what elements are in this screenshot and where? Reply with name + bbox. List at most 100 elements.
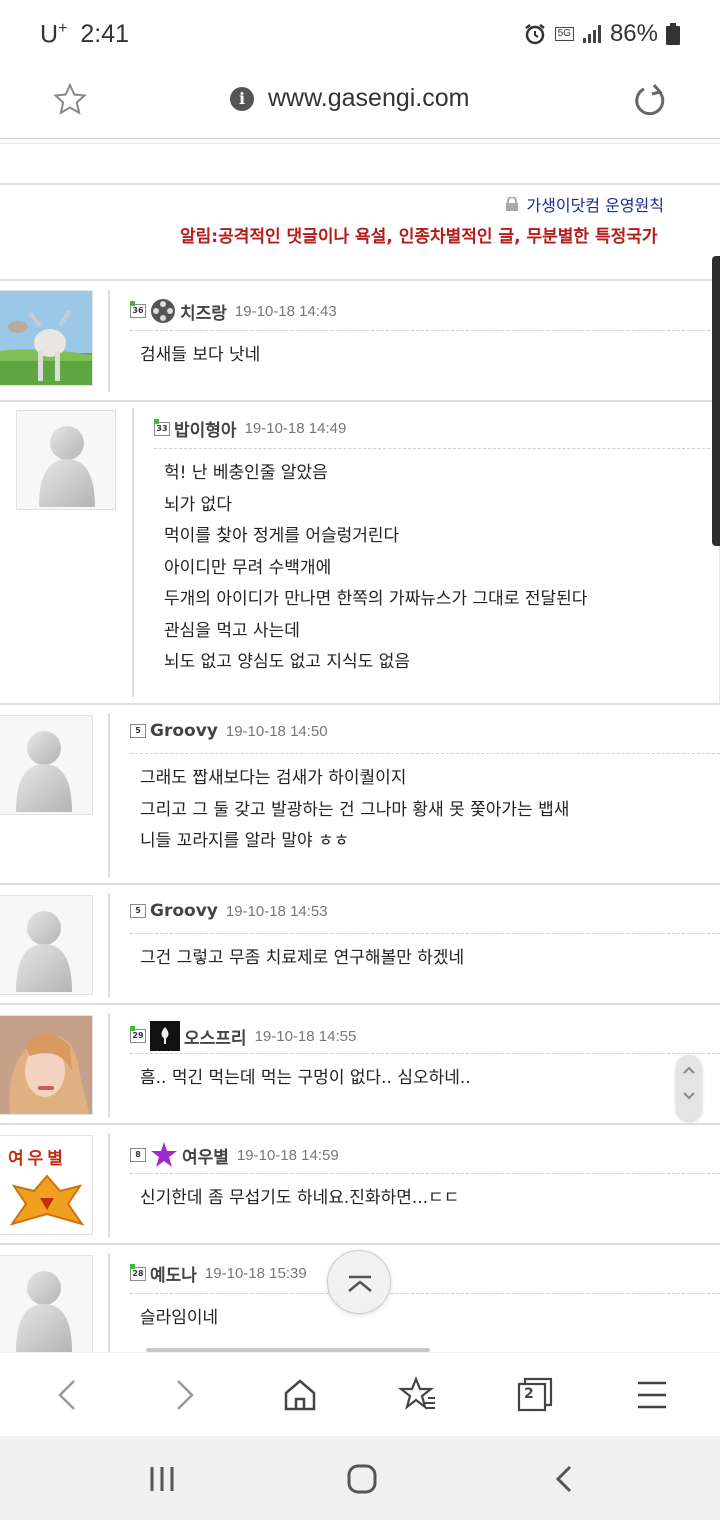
avatar (0, 1015, 93, 1115)
spade-emblem-icon (150, 1021, 180, 1051)
carrier-plus: + (58, 20, 68, 37)
comment-text: 신기한데 좀 무섭기도 하네요.진화하면...ㄷㄷ (140, 1183, 459, 1215)
comment-date: 19-10-18 15:39 (204, 1265, 307, 1282)
url-text: www.gasengi.com (268, 84, 470, 112)
comment-line: 뇌도 없고 양심도 없고 지식도 없음 (164, 652, 410, 672)
meta-divider (130, 1173, 720, 1174)
meta-divider (130, 1053, 720, 1054)
signal-icon (582, 25, 601, 43)
menu-icon[interactable] (632, 1375, 672, 1415)
nickname[interactable]: Groovy (150, 721, 218, 741)
meta-divider (130, 933, 720, 934)
comment-line: 아이디만 무려 수백개에 (164, 557, 332, 578)
comment-line: 니들 꼬라지를 알라 말야 ㅎㅎ (140, 831, 350, 851)
level-badge: 28 (130, 1263, 146, 1281)
scroll-top-button[interactable] (327, 1250, 391, 1314)
level-badge: 36 (130, 301, 146, 318)
divider (0, 183, 720, 185)
info-icon[interactable]: i (230, 86, 254, 111)
level-badge: 33 (154, 418, 170, 436)
default-avatar-icon (17, 411, 115, 509)
comment-reply: 33 밥이형아 19-10-18 14:49 헉! 난 베충인줄 알았음 뇌가 … (0, 400, 720, 705)
address-field[interactable]: i www.gasengi.com (230, 84, 469, 113)
default-avatar-icon (0, 896, 92, 994)
back-icon[interactable] (48, 1375, 88, 1415)
nickname[interactable]: 밥이형아 (174, 416, 237, 441)
tabs-button[interactable]: 2 (515, 1375, 555, 1415)
alarm-icon (524, 24, 545, 45)
side-scroll-indicator[interactable] (712, 256, 720, 546)
comment-line: 흠.. 먹긴 먹는데 먹는 구멍이 없다.. 심오하네.. (140, 1068, 471, 1088)
url-bar-divider (0, 138, 720, 144)
avatar-text: 여우별 (8, 1149, 67, 1169)
meta-divider (130, 1293, 720, 1294)
battery-percent: 86% (609, 20, 658, 47)
comment-meta: 36 치즈랑 19-10-18 14:43 (130, 298, 337, 324)
battery-icon (666, 23, 680, 45)
chevron-down-icon[interactable] (682, 1091, 696, 1101)
default-avatar-icon (0, 1256, 92, 1352)
reload-icon[interactable] (632, 82, 670, 120)
comment-body: 28 예도나 19-10-18 15:39 슬라임이네 (108, 1253, 720, 1352)
comment-line: 먹이를 찾아 정게를 어슬렁거린다 (164, 526, 400, 546)
system-back-icon[interactable] (546, 1464, 586, 1494)
comment-line: 슬라임이네 (140, 1308, 219, 1328)
comment-meta: 29 오스프리 19-10-18 14:55 (130, 1021, 356, 1051)
meta-divider (130, 753, 720, 754)
nickname[interactable]: 치즈랑 (180, 299, 227, 324)
avatar (0, 1255, 93, 1352)
comment-date: 19-10-18 14:43 (234, 302, 337, 320)
comment-line: 그래도 짭새보다는 검새가 하이퀄이지 (140, 768, 407, 788)
forward-icon[interactable] (164, 1375, 204, 1415)
comment-text: 그래도 짭새보다는 검새가 하이퀄이지 그리고 그 둘 갖고 발광하는 건 그나… (140, 763, 569, 858)
comment-meta: 33 밥이형아 19-10-18 14:49 (154, 416, 346, 441)
browser-url-bar: i www.gasengi.com (0, 66, 720, 138)
avatar (0, 895, 93, 995)
status-bar: U+ 2:41 5G 86% (0, 0, 720, 66)
meta-divider (130, 330, 720, 331)
comment-date: 19-10-18 14:50 (225, 722, 328, 740)
comment-line: 그리고 그 둘 갖고 발광하는 건 그나마 황새 못 쫓아가는 뱁새 (140, 799, 570, 820)
level-badge: 29 (130, 1026, 146, 1043)
clock: 2:41 (80, 20, 130, 49)
browser-toolbar: 2 (0, 1352, 720, 1436)
chevron-up-icon[interactable] (682, 1065, 696, 1075)
comment-line: 신기한데 좀 무섭기도 하네요.진화하면...ㄷㄷ (140, 1188, 460, 1208)
nickname[interactable]: 오스프리 (184, 1024, 247, 1049)
nickname[interactable]: 여우별 (182, 1143, 229, 1168)
meta-divider (154, 448, 720, 449)
policy-link-label: 가생이닷컴 운영원칙 (526, 196, 664, 215)
comment-text: 흠.. 먹긴 먹는데 먹는 구멍이 없다.. 심오하네.. (140, 1063, 471, 1095)
goat-photo (0, 291, 92, 385)
star-icon[interactable] (52, 82, 88, 118)
comment-meta: 5 Groovy 19-10-18 14:53 (130, 901, 328, 921)
nickname[interactable]: 예도나 (150, 1261, 197, 1286)
film-reel-icon (151, 299, 175, 323)
bookmarks-icon[interactable] (398, 1375, 438, 1415)
home-icon[interactable] (280, 1375, 320, 1415)
divider (0, 400, 720, 402)
comment-text: 검새들 보다 낫네 (140, 340, 260, 372)
comment-body: 5 Groovy 19-10-18 14:53 그건 그렇고 무좀 치료제로 연… (108, 893, 720, 997)
lock-icon (506, 197, 519, 211)
default-avatar-icon (0, 716, 92, 814)
recent-apps-icon[interactable] (142, 1464, 182, 1494)
network-badge: 5G (554, 27, 574, 41)
nickname[interactable]: Groovy (150, 901, 218, 921)
comment-line: 그건 그렇고 무좀 치료제로 연구해볼만 하겠네 (140, 948, 465, 968)
comment-body: 33 밥이형아 19-10-18 14:49 헉! 난 베충인줄 알았음 뇌가 … (132, 408, 720, 697)
comment-date: 19-10-18 14:59 (236, 1146, 339, 1164)
comment-body: 8 여우별 19-10-18 14:59 신기한데 좀 무섭기도 하네요.진화하… (108, 1133, 720, 1237)
page-scroller[interactable] (676, 1055, 702, 1121)
comment-body: 36 치즈랑 19-10-18 14:43 검새들 보다 낫네 (108, 290, 720, 392)
status-icons: 5G 86% (523, 20, 680, 48)
comment-item: 29 오스프리 19-10-18 14:55 흠.. 먹긴 먹는데 먹는 구멍이… (0, 1005, 720, 1125)
divider (0, 279, 720, 281)
home-circle-icon[interactable] (342, 1464, 382, 1494)
carrier-label: U (40, 20, 59, 49)
avatar (0, 290, 93, 386)
tabs-icon (517, 1377, 553, 1412)
policy-link[interactable]: 가생이닷컴 운영원칙 (504, 192, 664, 216)
comment-item: 36 치즈랑 19-10-18 14:43 검새들 보다 낫네 (0, 282, 720, 400)
avatar (0, 715, 93, 815)
